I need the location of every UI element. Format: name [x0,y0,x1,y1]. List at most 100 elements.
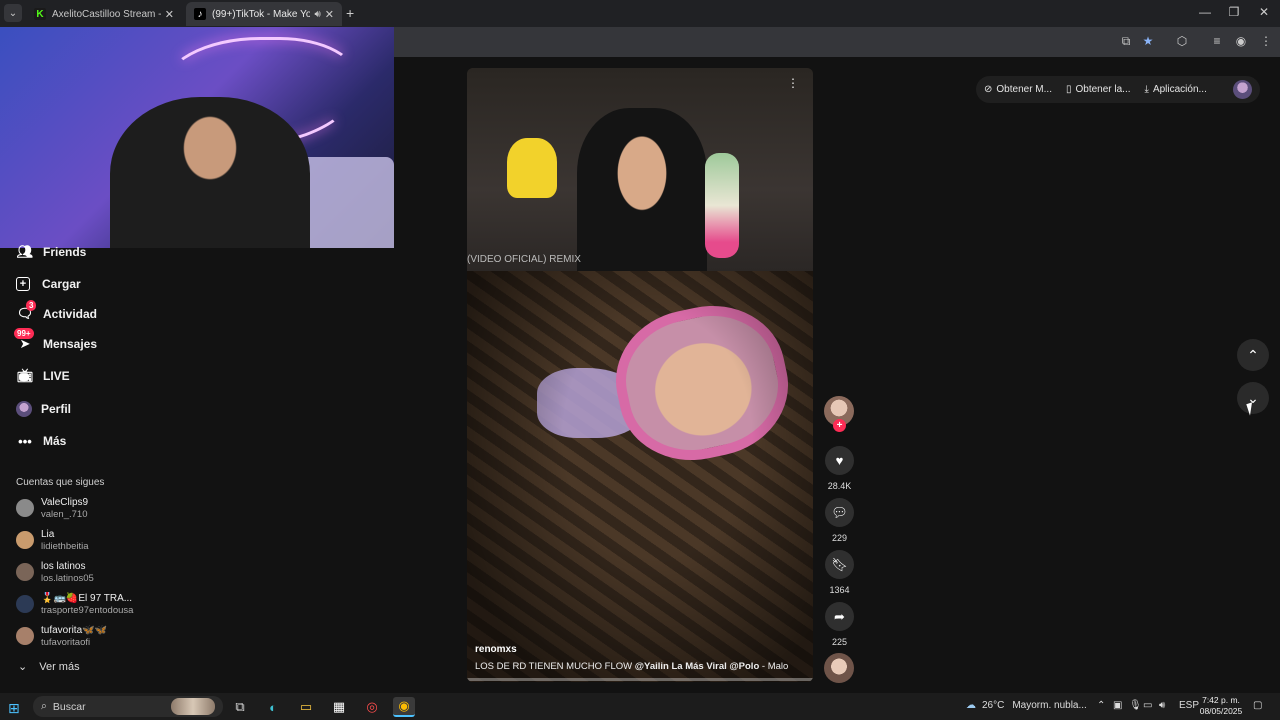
activity-badge: 3 [26,300,37,311]
account-name: tufavorita🦋🦋 [41,624,108,636]
description-text: LOS DE RD TIENEN MUCHO FLOW [475,661,635,672]
video-menu-icon[interactable]: ⋮ [787,76,799,90]
file-explorer-icon[interactable]: ▭ [295,697,317,717]
following-account[interactable]: 🎖️🚌🍓El 97 TRA... trasporte97entodousa [16,591,133,617]
close-icon[interactable]: ✕ [325,8,334,21]
taskbar-search[interactable]: ⌕ Buscar [33,696,223,717]
like-button[interactable]: ♥ [825,446,854,475]
close-icon[interactable]: ✕ [165,8,174,21]
video-progress-bar[interactable] [467,678,813,681]
comment-icon: 💬︎ [831,504,848,520]
search-icon: ⌕ [41,700,47,712]
windows-start-icon[interactable]: ⊞ [8,700,20,717]
profile-avatar[interactable] [1233,80,1252,99]
get-app-label: Obtener la... [1075,84,1131,95]
phone-icon: ▯ [1065,84,1072,95]
mention-link[interactable]: @Yailin La Más Viral [635,661,727,672]
notifications-icon[interactable]: ▢ [1253,700,1262,711]
sidebar-item-friends[interactable]: 👥︎ Friends [16,240,87,264]
tray-chevron-icon[interactable]: ⌃ [1097,700,1105,711]
live-tv-icon: 📺︎ [16,368,34,383]
tab-tiktok[interactable]: ♪ (99+)TikTok - Make Your Day 🔊︎ ✕ [186,2,342,26]
following-account[interactable]: tufavorita🦋🦋 tufavoritaofi [16,623,107,649]
get-coins-button[interactable]: ⊘ Obtener M... [984,84,1052,95]
see-more-button[interactable]: ⌄ Ver más [18,660,80,674]
streamer-webcam [110,97,310,248]
tab-search-chevron-icon[interactable]: ⌄ [4,4,22,22]
tiktok-icon: ♪ [194,8,206,20]
sidebar-item-label: Cargar [42,277,81,291]
install-app-icon[interactable]: ⧉ [1118,34,1134,49]
volume-icon[interactable]: 🔊︎ [1159,700,1165,711]
microphone-icon[interactable]: 🎙︎ [1129,700,1142,711]
video-overlay-text: (VIDEO OFICIAL) REMIX [467,254,581,265]
sidebar-item-upload[interactable]: + Cargar [16,272,81,296]
profile-avatar-icon [16,401,32,417]
tab-title: AxelitoCastilloo Stream - Watch [52,8,161,20]
sidebar-item-live[interactable]: 📺︎ LIVE [16,364,70,388]
restore-button[interactable]: ❐ [1224,5,1244,19]
music-disc[interactable] [824,653,854,683]
tab-kick-stream[interactable]: K AxelitoCastilloo Stream - Watch ✕ [26,2,182,26]
download-icon: ⤓ [1144,84,1149,95]
account-name: ValeClips9 [41,496,89,508]
tray-app-icon[interactable]: ▣ [1113,700,1122,711]
vignette [467,271,813,682]
app-download-button[interactable]: ⤓ Aplicación... [1145,84,1207,95]
sidebar-item-messages[interactable]: ➤ 99+ Mensajes [14,328,97,356]
bookmark-star-icon[interactable]: ★ [1140,34,1156,48]
account-handle: tufavoritaofi [41,636,91,648]
account-name: 🎖️🚌🍓El 97 TRA... [41,592,133,604]
following-account[interactable]: los latinos los.latinos05 [16,559,94,585]
close-window-button[interactable]: ✕ [1254,5,1274,19]
kick-icon: K [34,8,46,20]
previous-video-button[interactable]: ⌃ [1237,339,1269,371]
task-view-icon[interactable]: ⧉ [229,697,251,717]
network-icon[interactable]: ▭ [1143,700,1152,711]
minimize-button[interactable]: — [1195,5,1215,19]
comment-count: 229 [831,533,848,543]
chrome-icon[interactable]: ◉ [393,697,415,717]
avatar [16,563,34,581]
get-app-button[interactable]: ▯ Obtener la... [1066,84,1131,95]
pikachu-plush [507,138,557,198]
share-button[interactable]: ➦ [825,602,854,631]
avatar [16,499,34,517]
app-icon[interactable]: ◎ [361,697,383,717]
video-username[interactable]: renomxs [475,644,517,655]
media-controls-icon[interactable]: ≡ [1209,34,1225,48]
sidebar-item-label: Friends [43,245,87,259]
sidebar-item-label: Más [43,434,67,448]
following-title: Cuentas que sigues [16,477,105,488]
avatar [16,627,34,645]
following-account[interactable]: Lia lidiethbeitia [16,527,89,553]
save-button[interactable]: 🔖︎ [825,550,854,579]
sidebar-item-more[interactable]: ••• Más [16,429,66,453]
following-account[interactable]: ValeClips9 valen_.710 [16,495,88,521]
profile-chip-icon[interactable]: ◉ [1233,34,1249,48]
sidebar-item-activity[interactable]: 🗨︎ 3 Actividad [16,300,97,326]
chevron-down-icon: ⌄ [18,661,28,673]
edge-icon[interactable]: ◐ [262,697,284,717]
taskbar-clock[interactable]: 7:42 p. m. 08/05/2025 [1196,695,1246,717]
follow-plus-icon[interactable]: + [833,419,846,432]
weather-widget[interactable]: ☁ 26°C Mayorm. nubla... [966,700,1087,711]
account-handle: trasporte97entodousa [41,604,134,616]
speaker-icon[interactable]: 🔊︎ [314,9,320,20]
video-player[interactable]: (VIDEO OFICIAL) REMIX ⋮ renomxs LOS DE R… [467,68,813,682]
new-tab-button[interactable]: + [346,5,354,21]
sidebar-item-profile[interactable]: Perfil [16,397,71,421]
upload-icon: + [16,277,30,291]
tab-title: (99+)TikTok - Make Your Day [212,8,311,20]
browser-menu-icon[interactable]: ⋮ [1258,34,1274,48]
mention-link[interactable]: @Polo [729,661,759,672]
store-icon[interactable]: ▦ [328,697,350,717]
extensions-icon[interactable]: ⬡ [1174,34,1190,48]
friends-icon: 👥︎ [16,244,34,259]
account-handle: lidiethbeitia [41,540,89,552]
sidebar-item-label: LIVE [43,369,70,383]
avatar [16,595,34,613]
stream-clip-top: (VIDEO OFICIAL) REMIX ⋮ [467,68,813,271]
comment-button[interactable]: 💬︎ [825,498,854,527]
search-placeholder: Buscar [52,700,86,713]
